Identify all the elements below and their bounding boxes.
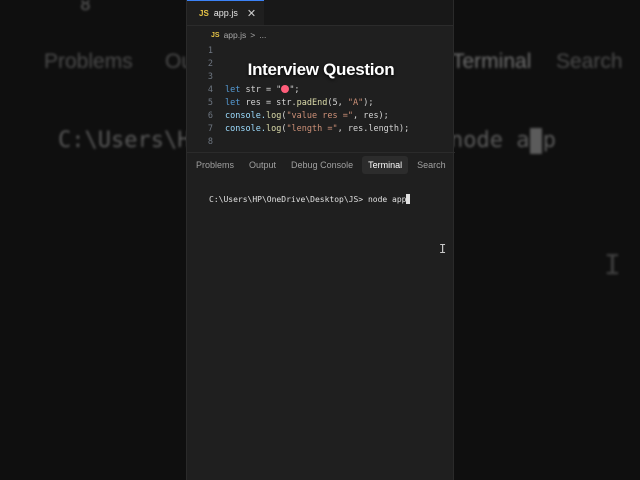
code-line: 5 let res = str.padEnd(5, "A"); <box>187 96 374 109</box>
tab-app-js[interactable]: JS app.js ✕ <box>187 0 265 25</box>
background-command: C:\Users\HP <box>58 128 204 153</box>
line-number: 1 <box>207 45 213 56</box>
close-icon[interactable]: ✕ <box>247 7 256 20</box>
editor-tab-bar: JS app.js ✕ <box>187 0 453 26</box>
vscode-window: JS app.js ✕ JS app.js > ... 1 2 3 4 let … <box>186 0 455 480</box>
terminal-cursor <box>406 194 411 204</box>
code-text: let res = str.padEnd(5, "A"); <box>225 97 374 108</box>
tab-search[interactable]: Search <box>411 156 452 174</box>
tab-output[interactable]: Output <box>243 156 282 174</box>
line-number: 4 <box>207 84 213 95</box>
background-line-number: 8 <box>80 0 91 15</box>
tab-problems[interactable]: Problems <box>190 156 240 174</box>
background-tab-terminal: Terminal <box>452 50 532 73</box>
tab-label: app.js <box>213 8 238 18</box>
code-text: console.log("length =", res.length); <box>225 123 410 134</box>
code-text: let str = " "; <box>225 84 300 95</box>
line-number: 5 <box>207 97 213 108</box>
code-text: console.log("value res =", res); <box>225 110 389 121</box>
background-tab-search: Search <box>556 50 623 73</box>
tab-debug-console[interactable]: Debug Console <box>285 156 359 174</box>
code-line: 8 <box>187 135 225 148</box>
breadcrumb-file[interactable]: app.js <box>224 30 247 40</box>
code-line: 4 let str = " "; <box>187 83 300 96</box>
line-number: 6 <box>207 110 213 121</box>
terminal-prompt: C:\Users\HP\OneDrive\Desktop\JS> node ap… <box>209 194 411 204</box>
line-number: 7 <box>207 123 213 134</box>
js-file-icon: JS <box>199 8 209 18</box>
ibeam-cursor-icon: I <box>439 242 447 256</box>
code-line: 7 console.log("length =", res.length); <box>187 122 409 135</box>
video-caption-title: Interview Question <box>247 60 395 79</box>
code-line: 1 <box>187 44 225 57</box>
panel-tab-bar: Problems Output Debug Console Terminal S… <box>187 152 455 176</box>
code-line: 6 console.log("value res =", res); <box>187 109 389 122</box>
background-ibeam-icon: I <box>604 248 621 281</box>
breadcrumb-separator: > <box>250 30 256 40</box>
background-tab-problems: Problems <box>44 50 133 73</box>
line-number: 8 <box>207 136 213 147</box>
breadcrumb-more[interactable]: ... <box>259 30 266 40</box>
terminal-panel[interactable]: C:\Users\HP\OneDrive\Desktop\JS> node ap… <box>187 176 455 480</box>
tab-terminal[interactable]: Terminal <box>362 155 409 174</box>
js-file-icon: JS <box>211 31 220 39</box>
breadcrumb: JS app.js > ... <box>187 26 453 44</box>
background-cursor <box>530 128 542 154</box>
